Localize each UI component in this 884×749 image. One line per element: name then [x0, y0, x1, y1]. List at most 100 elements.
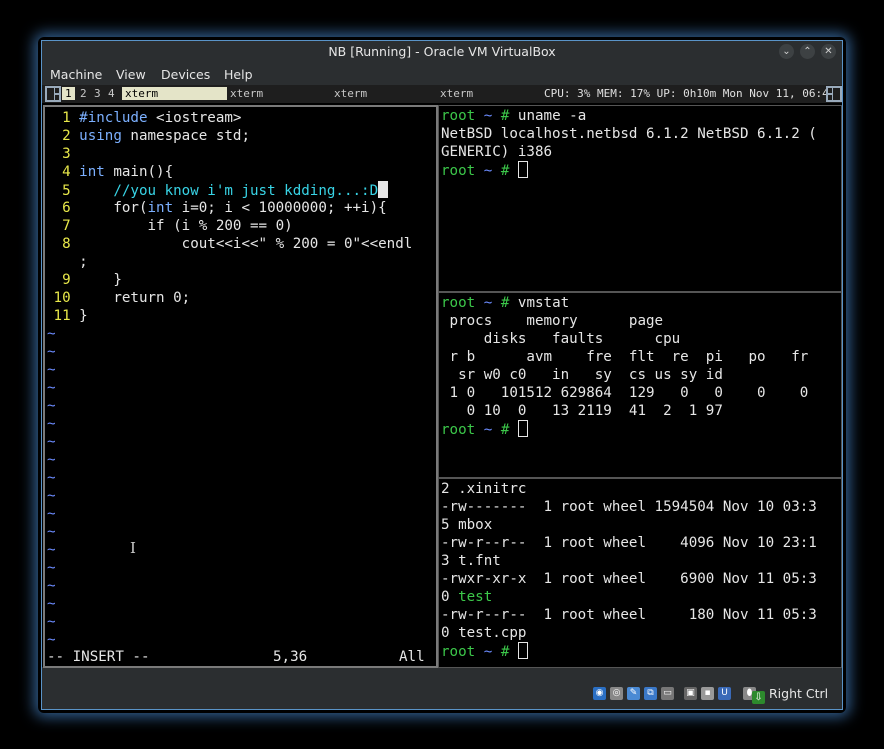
code-token: } [79, 272, 122, 288]
terminal-uname-pane[interactable]: root ~ # uname -a NetBSD localhost.netbsd… [438, 105, 842, 292]
vim-tilde-line: ~ [47, 398, 56, 414]
vim-line: 5 //you know i'm just kdding...:D [45, 181, 389, 199]
window-title-xterm-1[interactable]: xterm [122, 87, 227, 100]
maximize-button[interactable]: ⌃ [800, 44, 815, 59]
line-number [45, 254, 79, 270]
executable-name: test [458, 589, 493, 605]
vim-line: 8 cout<<i<<" % 200 = 0"<<endl [45, 235, 412, 253]
usb-icon[interactable]: U [718, 687, 731, 700]
code-token: //you know i'm just kdding...:D [113, 183, 379, 199]
output-text: disks faults cpu [441, 331, 681, 347]
pen-icon[interactable]: ✎ [627, 687, 640, 700]
code-token: namespace std; [121, 128, 251, 144]
vim-tilde-line: ~ [47, 524, 56, 540]
status-bar: ◉ ◎ ✎ ⧉ ▭ ▣ ▪ U ⬮ ⇩ Right Ctrl [42, 669, 842, 709]
vim-line: ; [45, 253, 88, 271]
terminal-line: GENERIC) i386 [441, 143, 552, 161]
line-number: 11 [45, 308, 80, 324]
code-token: int [79, 164, 105, 180]
terminal-line: 1 0 101512 629864 129 0 0 0 0 [441, 384, 809, 402]
command-text: vmstat [509, 295, 570, 311]
vim-tilde-line: ~ [47, 362, 56, 378]
window-title-xterm-3[interactable]: xterm [334, 87, 367, 100]
display-icon[interactable]: ▣ [684, 687, 697, 700]
system-status: CPU: 3% MEM: 17% UP: 0h10m Mon Nov 11, 0… [544, 87, 836, 100]
terminal-ls-pane[interactable]: 2 .xinitrc -rw------- 1 root wheel 159450… [438, 478, 842, 668]
vim-tilde-line: ~ [47, 560, 56, 576]
prompt-dir: ~ [483, 422, 501, 438]
output-text: -rw-r--r-- 1 root wheel 180 Nov 11 05:3 [441, 607, 817, 623]
terminal-line: -rwxr-xr-x 1 root wheel 6900 Nov 11 05:3 [441, 570, 817, 588]
vim-tilde-line: ~ [47, 632, 56, 648]
tag-1[interactable]: 1 [62, 87, 75, 100]
menu-help[interactable]: Help [224, 67, 253, 82]
menu-devices[interactable]: Devices [161, 67, 210, 82]
command-text: uname -a [509, 108, 587, 124]
vim-tilde-line: ~ [47, 596, 56, 612]
prompt-user: root [441, 295, 484, 311]
vim-tilde-line: ~ [47, 542, 56, 558]
menu-view[interactable]: View [116, 67, 146, 82]
minimize-button[interactable]: ⌄ [779, 44, 794, 59]
output-text: r b avm fre flt re pi po fr [441, 349, 809, 365]
window-title-xterm-4[interactable]: xterm [440, 87, 473, 100]
command-text [509, 163, 518, 179]
network-icon[interactable]: ⧉ [644, 687, 657, 700]
output-text: -rw-r--r-- 1 root wheel 4096 Nov 10 23:1 [441, 535, 817, 551]
title-bar[interactable]: NB [Running] - Oracle VM VirtualBox ⌄ ⌃ … [42, 41, 842, 63]
vim-tilde-line: ~ [47, 488, 56, 504]
terminal-line: root ~ # [441, 642, 528, 660]
line-number: 10 [45, 290, 80, 306]
terminal-vmstat-pane[interactable]: root ~ # vmstat procs memory page disks … [438, 292, 842, 478]
terminal-line: 2 .xinitrc [441, 480, 526, 498]
output-text: 0 10 0 13 2119 41 2 1 97 [441, 403, 723, 419]
code-token: cout<<i<<" % 200 = 0"<<endl [79, 236, 413, 252]
vim-line: 4 int main(){ [45, 163, 173, 181]
output-text: sr w0 c0 in sy cs us sy id [441, 367, 723, 383]
vim-scroll-indicator: All [399, 649, 425, 665]
line-number: 4 [45, 164, 80, 180]
optical-drive-icon[interactable]: ◎ [610, 687, 623, 700]
menu-machine[interactable]: Machine [50, 67, 102, 82]
command-text [509, 644, 518, 660]
output-text: 0 test.cpp [441, 625, 527, 641]
terminal-cursor [517, 642, 528, 659]
video-capture-icon[interactable]: ▪ [701, 687, 714, 700]
layout-tile-icon[interactable] [45, 86, 61, 102]
vim-tilde-line: ~ [47, 614, 56, 630]
terminal-line: disks faults cpu [441, 330, 680, 348]
virtualbox-window: NB [Running] - Oracle VM VirtualBox ⌄ ⌃ … [41, 40, 843, 710]
code-token: return 0; [79, 290, 191, 306]
output-text: 5 mbox [441, 517, 493, 533]
vim-tilde-line: ~ [47, 452, 56, 468]
code-token: <iostream> [147, 110, 242, 126]
terminal-line: NetBSD localhost.netbsd 6.1.2 NetBSD 6.1… [441, 125, 817, 143]
output-text: 0 [441, 589, 459, 605]
vim-tilde-line: ~ [47, 434, 56, 450]
output-text: procs memory page [441, 313, 664, 329]
close-button[interactable]: ✕ [821, 44, 836, 59]
vim-editor-pane[interactable]: 1 #include <iostream> 2 using namespace … [43, 105, 438, 668]
terminal-line: r b avm fre flt re pi po fr [441, 348, 809, 366]
vim-cursor [378, 181, 389, 198]
terminal-line: -rw-r--r-- 1 root wheel 180 Nov 11 05:3 [441, 606, 817, 624]
vim-tilde-line: ~ [47, 380, 56, 396]
code-token: #include [79, 110, 148, 126]
code-token: for( [79, 200, 148, 216]
hard-disk-icon[interactable]: ◉ [593, 687, 606, 700]
prompt-dir: ~ [483, 108, 501, 124]
tag-4[interactable]: 4 [108, 87, 115, 100]
terminal-line: root ~ # [441, 420, 528, 438]
vim-tilde-line: ~ [47, 344, 56, 360]
prompt-user: root [441, 108, 484, 124]
vim-mode: -- INSERT -- [47, 649, 150, 665]
tag-2[interactable]: 2 [80, 87, 87, 100]
terminal-cursor [517, 161, 528, 178]
vim-tilde-line: ~ [47, 578, 56, 594]
window-title-xterm-2[interactable]: xterm [230, 87, 263, 100]
terminal-line: 0 test.cpp [441, 624, 526, 642]
shared-folders-icon[interactable]: ▭ [661, 687, 674, 700]
tag-3[interactable]: 3 [94, 87, 101, 100]
vm-display[interactable]: 1 2 3 4 xterm xterm xterm xterm CPU: 3% … [42, 85, 842, 668]
